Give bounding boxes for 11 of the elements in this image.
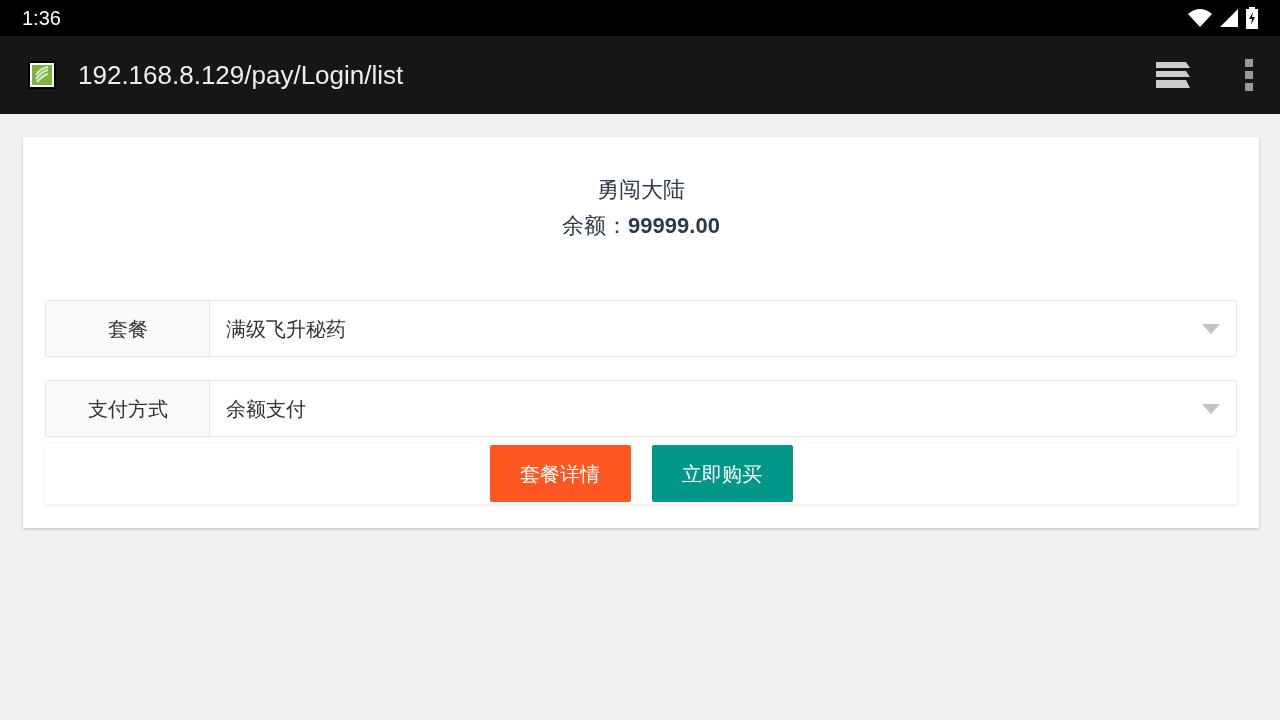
clock: 1:36 [22, 6, 61, 31]
tabs-icon[interactable] [1156, 60, 1192, 90]
game-title: 勇闯大陆 [596, 176, 686, 204]
battery-icon [1246, 7, 1258, 29]
wifi-icon [1188, 9, 1212, 27]
more-menu-icon[interactable] [1244, 59, 1254, 91]
action-button[interactable]: 立即购买 [651, 445, 793, 502]
signal-icon [1220, 9, 1238, 27]
site-logo-icon [28, 61, 56, 89]
address-bar[interactable]: 192.168.8.129/pay/Login/list [78, 55, 404, 95]
balance-text: 余额：99999.00 [562, 213, 720, 238]
